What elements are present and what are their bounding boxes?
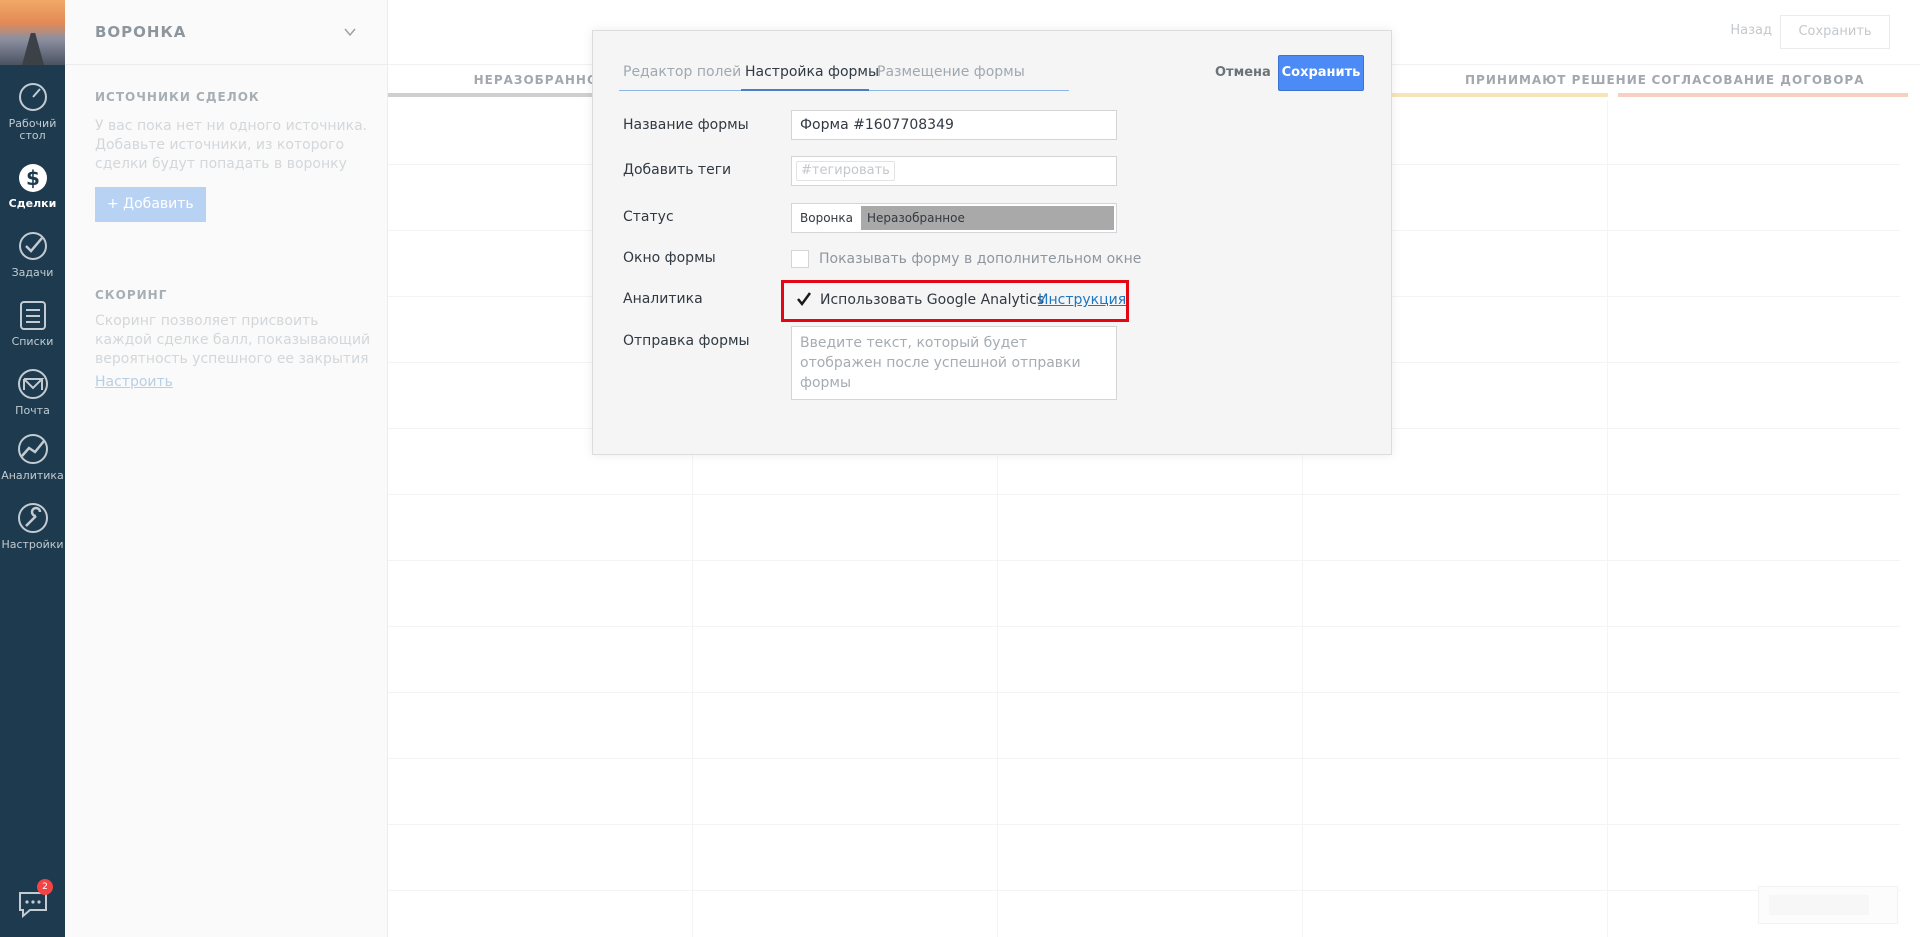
panel-header: ВОРОНКА <box>65 0 387 65</box>
grid-divider <box>1607 100 1608 937</box>
status-label: Статус <box>623 209 674 225</box>
google-analytics-checkbox-label[interactable]: Использовать Google Analytics <box>820 292 1044 308</box>
grid-divider <box>388 560 1900 561</box>
sidebar-item-label: Настройки <box>1 538 64 551</box>
sidebar-item-label: Списки <box>11 335 54 348</box>
status-funnel-value: Воронка <box>800 211 853 225</box>
sidebar-item-label: Сделки <box>8 197 57 210</box>
dashboard-icon <box>18 83 47 111</box>
sidebar-item-deals[interactable]: $ Сделки <box>0 160 65 210</box>
status-select[interactable]: Воронка Неразобранное <box>791 203 1117 233</box>
tags-input[interactable]: #тегировать <box>791 156 1117 186</box>
svg-text:$: $ <box>26 166 40 190</box>
form-window-label: Окно формы <box>623 250 716 266</box>
sidebar-item-tasks[interactable]: Задачи <box>0 229 65 279</box>
sidebar-item-analytics[interactable]: Аналитика <box>0 432 65 482</box>
cancel-button[interactable]: Отмена <box>1215 65 1271 80</box>
app-sidebar: Рабочий стол $ Сделки Задачи Списки Почт… <box>0 0 65 937</box>
user-avatar[interactable] <box>0 0 65 65</box>
grid-divider <box>388 626 1900 627</box>
mail-icon <box>17 369 48 399</box>
chevron-down-icon[interactable] <box>343 25 357 39</box>
panel-title: ВОРОНКА <box>95 23 187 41</box>
popup-window-checkbox[interactable] <box>791 250 809 268</box>
deals-icon: $ <box>18 164 47 192</box>
save-pipeline-button[interactable]: Сохранить <box>1780 15 1890 49</box>
form-name-label: Название формы <box>623 117 749 133</box>
analytics-label: Аналитика <box>623 291 703 307</box>
notification-badge: 2 <box>37 879 53 895</box>
tab-form-settings[interactable]: Настройка формы <box>745 61 879 83</box>
funnel-settings-panel: ВОРОНКА ИСТОЧНИКИ СДЕЛОК У вас пока нет … <box>65 0 388 937</box>
active-tab-indicator <box>741 89 869 91</box>
modal-tabs: Редактор полей Настройка формы Размещени… <box>619 61 1069 91</box>
sidebar-item-settings[interactable]: Настройки <box>0 501 65 551</box>
settings-icon <box>17 503 48 533</box>
board-footer-widget <box>1758 886 1898 924</box>
sidebar-item-label: Почта <box>15 404 50 417</box>
status-stage-value: Неразобранное <box>860 206 1114 230</box>
sources-title: ИСТОЧНИКИ СДЕЛОК <box>95 90 260 104</box>
analytics-icon <box>17 434 48 464</box>
grid-divider <box>388 824 1900 825</box>
grid-divider <box>388 890 1900 891</box>
success-message-textarea[interactable]: Введите текст, который будет отображен п… <box>791 326 1117 400</box>
grid-divider <box>388 758 1900 759</box>
tab-form-placement[interactable]: Размещение формы <box>877 61 1025 83</box>
sidebar-item-label: Аналитика <box>1 469 64 482</box>
scoring-text: Скоринг позволяет присвоить каждой сделк… <box>95 313 371 367</box>
form-submit-label: Отправка формы <box>623 333 750 349</box>
back-link[interactable]: Назад <box>1730 23 1772 38</box>
form-name-input[interactable]: Форма #1607708349 <box>791 110 1117 140</box>
tags-placeholder: #тегировать <box>796 161 895 181</box>
analytics-highlight-box: Использовать Google Analytics Инструкция <box>781 280 1129 322</box>
tags-label: Добавить теги <box>623 162 732 178</box>
scoring-title: СКОРИНГ <box>95 288 168 302</box>
lists-icon <box>19 301 46 330</box>
sidebar-item-dashboard[interactable]: Рабочий стол <box>0 80 65 142</box>
sidebar-item-mail[interactable]: Почта <box>0 367 65 417</box>
column-color-bar <box>1618 93 1908 97</box>
checkmark-icon[interactable] <box>796 291 812 307</box>
instruction-link[interactable]: Инструкция <box>1038 292 1126 308</box>
grid-divider <box>388 692 1900 693</box>
save-button[interactable]: Сохранить <box>1278 55 1364 91</box>
sidebar-item-label: Задачи <box>11 266 54 279</box>
sidebar-item-label: Рабочий стол <box>8 117 57 142</box>
add-source-button[interactable]: + Добавить <box>95 187 206 222</box>
form-settings-modal: Редактор полей Настройка формы Размещени… <box>592 30 1392 455</box>
sources-text: У вас пока нет ни одного источника. Доба… <box>95 118 368 172</box>
popup-window-checkbox-label: Показывать форму в дополнительном окне <box>819 251 1142 267</box>
tab-field-editor[interactable]: Редактор полей <box>623 61 741 83</box>
grid-divider <box>388 494 1900 495</box>
scoring-setup-link[interactable]: Настроить <box>95 374 173 390</box>
sidebar-item-lists[interactable]: Списки <box>0 298 65 348</box>
tasks-icon <box>18 232 47 260</box>
